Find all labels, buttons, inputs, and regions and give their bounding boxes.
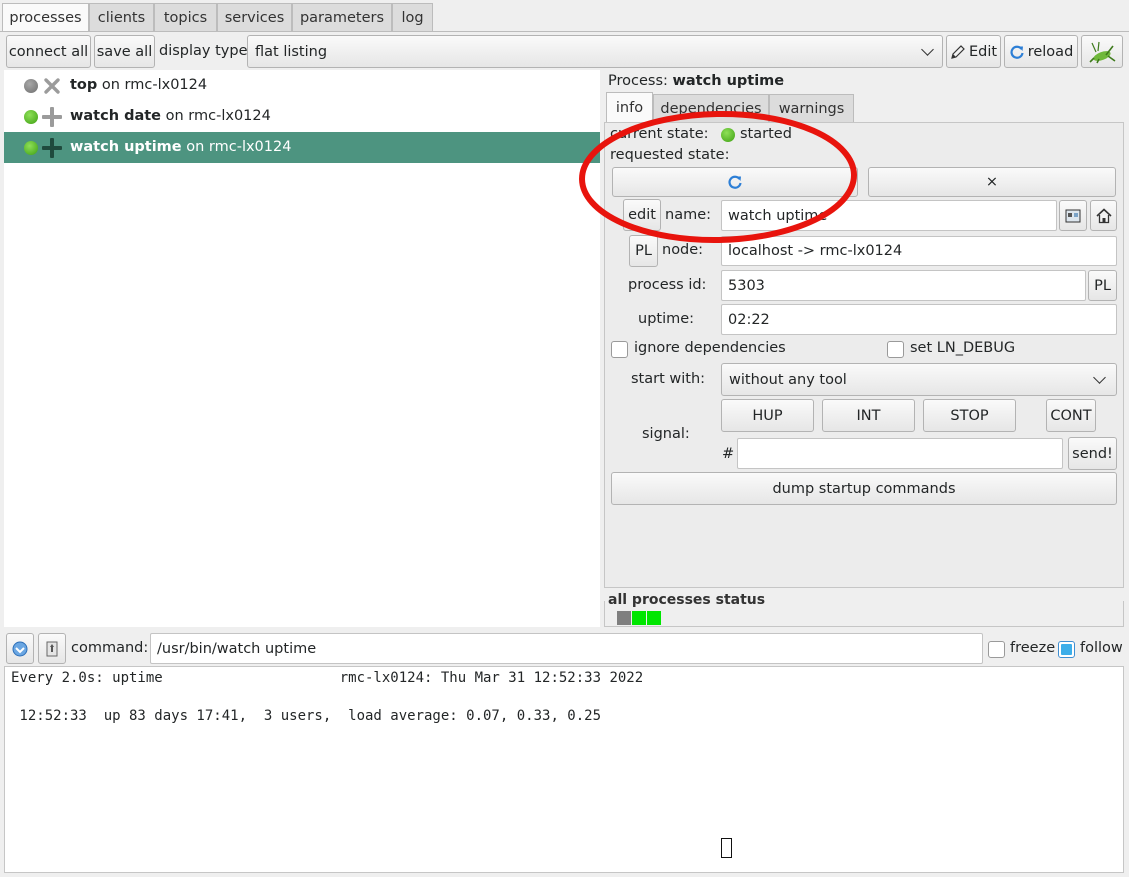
chevron-down-icon [1093, 371, 1106, 384]
arrow-down-icon [12, 641, 28, 656]
list-item[interactable]: top on rmc-lx0124 [4, 70, 600, 101]
process-title-name: watch uptime [672, 73, 785, 89]
chevron-down-icon [921, 43, 934, 56]
status-dot-icon [24, 79, 38, 93]
tab-log[interactable]: log [392, 3, 433, 31]
follow-checkbox-mark [1061, 644, 1072, 655]
stop-button[interactable]: × [868, 167, 1116, 197]
dump-startup-commands-button[interactable]: dump startup commands [611, 472, 1117, 505]
plus-icon [42, 107, 62, 127]
command-field[interactable]: /usr/bin/watch uptime [150, 633, 983, 664]
status-indicator-top [617, 611, 631, 625]
text-cursor [721, 838, 732, 858]
pid-field[interactable]: 5303 [721, 270, 1086, 301]
reload-icon [1010, 45, 1024, 59]
process-name: top [70, 77, 98, 93]
process-name: watch date [70, 108, 162, 124]
tab-services[interactable]: services [217, 3, 292, 31]
follow-checkbox[interactable] [1058, 641, 1075, 658]
ln-debug-label: set LN_DEBUG [910, 340, 1016, 356]
edit-button[interactable]: Edit [946, 35, 1001, 68]
tab-processes[interactable]: processes [2, 3, 89, 32]
clear-output-button[interactable] [38, 633, 66, 664]
terminal-button[interactable] [1059, 200, 1087, 231]
ignore-dependencies-label: ignore dependencies [634, 340, 786, 356]
tab-divider [0, 31, 1129, 32]
signal-hup-button[interactable]: HUP [721, 399, 814, 432]
display-type-label: display type: [159, 43, 253, 59]
grasshopper-icon [1089, 41, 1116, 63]
status-dot-icon [24, 141, 38, 155]
reload-button[interactable]: reload [1004, 35, 1078, 68]
plus-icon [42, 138, 62, 158]
freeze-checkbox[interactable] [988, 641, 1005, 658]
status-indicator-watch-date [632, 611, 646, 625]
process-name-line: top on rmc-lx0124 [70, 77, 207, 93]
process-title-prefix: Process: [608, 73, 668, 89]
signal-number-hash: # [722, 446, 735, 462]
reload-label: reload [1027, 43, 1074, 60]
uptime-label: uptime: [638, 311, 695, 327]
ln-debug-checkbox[interactable] [887, 341, 904, 358]
command-label: command: [71, 640, 149, 656]
tab-parameters[interactable]: parameters [292, 3, 392, 31]
all-processes-status-box [604, 601, 1124, 627]
output-line-1: Every 2.0s: uptime rmc-lx0124: Thu Mar 3… [11, 670, 644, 686]
status-indicator-watch-uptime [647, 611, 661, 625]
process-title: Process: watch uptime [608, 73, 784, 89]
connect-all-button[interactable]: connect all [6, 35, 91, 68]
ignore-dependencies-checkbox[interactable] [611, 341, 628, 358]
home-icon [1095, 207, 1112, 223]
signal-number-input[interactable] [737, 438, 1063, 469]
close-icon [44, 78, 60, 94]
list-item[interactable]: watch date on rmc-lx0124 [4, 101, 600, 132]
tab-clients[interactable]: clients [89, 3, 154, 31]
start-with-label: start with: [631, 371, 706, 387]
signal-int-button[interactable]: INT [822, 399, 915, 432]
annotation-ellipse [579, 110, 857, 244]
process-list: top on rmc-lx0124 watch date on rmc-lx01… [4, 70, 600, 627]
pid-label: process id: [628, 277, 707, 293]
freeze-label: freeze [1010, 640, 1056, 656]
display-type-value: flat listing [255, 43, 328, 60]
status-dot-icon [24, 110, 38, 124]
save-all-button[interactable]: save all [94, 35, 155, 68]
process-name-line: watch uptime on rmc-lx0124 [70, 139, 291, 155]
process-name-line: watch date on rmc-lx0124 [70, 108, 271, 124]
tab-topics[interactable]: topics [154, 3, 217, 31]
edit-label: Edit [968, 43, 998, 60]
process-host: on rmc-lx0124 [186, 139, 292, 155]
output-terminal[interactable]: Every 2.0s: uptime rmc-lx0124: Thu Mar 3… [4, 666, 1124, 873]
signal-label: signal: [642, 426, 690, 442]
list-item-selected[interactable]: watch uptime on rmc-lx0124 [4, 132, 600, 163]
broom-icon [46, 641, 58, 656]
signal-stop-button[interactable]: STOP [923, 399, 1016, 432]
process-host: on rmc-lx0124 [101, 77, 208, 93]
start-with-select[interactable]: without any tool [721, 363, 1117, 396]
scroll-down-button[interactable] [6, 633, 34, 664]
send-signal-button[interactable]: send! [1068, 437, 1117, 470]
home-button[interactable] [1090, 200, 1117, 231]
output-line-2: 12:52:33 up 83 days 17:41, 3 users, load… [11, 708, 602, 724]
pid-pl-button[interactable]: PL [1088, 270, 1117, 301]
start-with-value: without any tool [729, 371, 847, 388]
process-host: on rmc-lx0124 [165, 108, 271, 124]
follow-label: follow [1080, 640, 1123, 656]
app-logo-button[interactable] [1081, 35, 1123, 68]
pencil-icon [951, 44, 965, 59]
uptime-field[interactable]: 02:22 [721, 304, 1117, 335]
signal-cont-button[interactable]: CONT [1046, 399, 1096, 432]
process-name: watch uptime [70, 139, 182, 155]
terminal-icon [1065, 209, 1081, 222]
display-type-select[interactable]: flat listing [247, 35, 943, 68]
